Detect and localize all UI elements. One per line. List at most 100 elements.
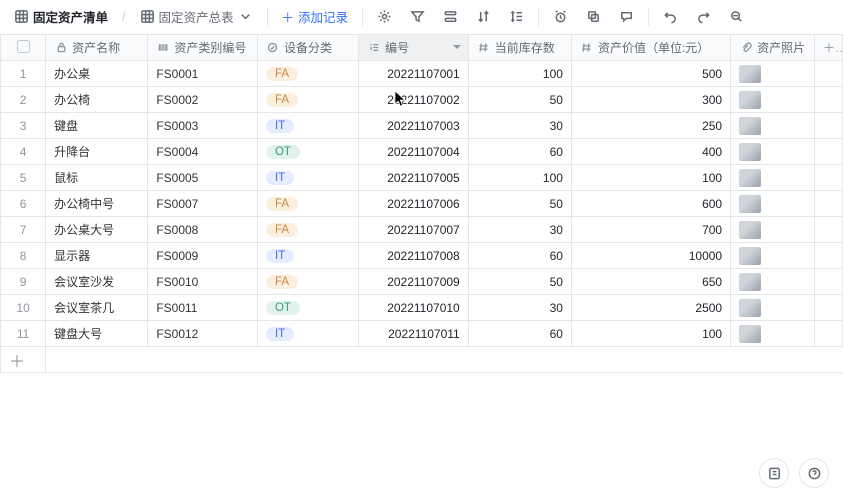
cell-type[interactable]: IT <box>257 321 358 347</box>
cell-code[interactable]: 20221107001 <box>359 61 469 87</box>
cell-code[interactable]: 20221107003 <box>359 113 469 139</box>
cell-cat[interactable]: FS0010 <box>148 269 258 295</box>
cell-stock[interactable]: 60 <box>468 139 571 165</box>
table-row[interactable]: 10会议室茶几FS0011OT20221107010302500 <box>1 295 843 321</box>
header-add-column[interactable]: ＋ <box>814 35 842 61</box>
add-record-button[interactable]: ＋ 添加记录 <box>276 3 355 30</box>
cell-code[interactable]: 20221107002 <box>359 87 469 113</box>
cell-stock[interactable]: 50 <box>468 87 571 113</box>
cell-code[interactable]: 20221107008 <box>359 243 469 269</box>
cell-code[interactable]: 20221107011 <box>359 321 469 347</box>
table-row[interactable]: 8显示器FS0009IT202211070086010000 <box>1 243 843 269</box>
cell-value[interactable]: 250 <box>571 113 730 139</box>
table-row[interactable]: 9会议室沙发FS0010FA2022110700950650 <box>1 269 843 295</box>
cell-value[interactable]: 400 <box>571 139 730 165</box>
help-fab[interactable] <box>759 458 789 488</box>
add-row-plus[interactable]: ＋ <box>1 347 46 373</box>
header-photo[interactable]: 资产照片 <box>731 35 815 61</box>
cell-stock[interactable]: 100 <box>468 165 571 191</box>
cell-name[interactable]: 办公椅 <box>46 87 148 113</box>
cell-value[interactable]: 500 <box>571 61 730 87</box>
cell-cat[interactable]: FS0004 <box>148 139 258 165</box>
header-code[interactable]: 编号 <box>359 35 469 61</box>
header-value[interactable]: 资产价值（单位:元） <box>571 35 730 61</box>
cell-value[interactable]: 100 <box>571 165 730 191</box>
settings-button[interactable] <box>371 5 398 28</box>
comment-button[interactable] <box>613 5 640 28</box>
cell-cat[interactable]: FS0007 <box>148 191 258 217</box>
cell-photo[interactable] <box>731 139 815 165</box>
cell-name[interactable]: 键盘大号 <box>46 321 148 347</box>
cell-value[interactable]: 100 <box>571 321 730 347</box>
cell-code[interactable]: 20221107006 <box>359 191 469 217</box>
search-button[interactable] <box>723 5 750 28</box>
cell-photo[interactable] <box>731 269 815 295</box>
cell-type[interactable]: FA <box>257 191 358 217</box>
share-button[interactable] <box>580 5 607 28</box>
cell-cat[interactable]: FS0002 <box>148 87 258 113</box>
cell-code[interactable]: 20221107007 <box>359 217 469 243</box>
header-checkbox[interactable] <box>1 35 46 61</box>
cell-value[interactable]: 600 <box>571 191 730 217</box>
cell-cat[interactable]: FS0012 <box>148 321 258 347</box>
undo-button[interactable] <box>657 5 684 28</box>
cell-name[interactable]: 会议室茶几 <box>46 295 148 321</box>
cell-code[interactable]: 20221107005 <box>359 165 469 191</box>
cell-cat[interactable]: FS0001 <box>148 61 258 87</box>
table-row[interactable]: 3键盘FS0003IT2022110700330250 <box>1 113 843 139</box>
cell-photo[interactable] <box>731 243 815 269</box>
table-row[interactable]: 4升降台FS0004OT2022110700460400 <box>1 139 843 165</box>
header-stock[interactable]: 当前库存数 <box>468 35 571 61</box>
cell-type[interactable]: IT <box>257 113 358 139</box>
table-row[interactable]: 7办公桌大号FS0008FA2022110700730700 <box>1 217 843 243</box>
cell-photo[interactable] <box>731 321 815 347</box>
cell-stock[interactable]: 30 <box>468 295 571 321</box>
cell-cat[interactable]: FS0005 <box>148 165 258 191</box>
table-row[interactable]: 2办公椅FS0002FA2022110700250300 <box>1 87 843 113</box>
cell-value[interactable]: 300 <box>571 87 730 113</box>
table-row[interactable]: 1办公桌FS0001FA20221107001100500 <box>1 61 843 87</box>
cell-value[interactable]: 650 <box>571 269 730 295</box>
list-title-button[interactable]: 固定资产清单 <box>8 3 114 30</box>
cell-stock[interactable]: 30 <box>468 217 571 243</box>
table-row[interactable]: 11键盘大号FS0012IT2022110701160100 <box>1 321 843 347</box>
cell-photo[interactable] <box>731 295 815 321</box>
cell-name[interactable]: 办公桌 <box>46 61 148 87</box>
cell-name[interactable]: 办公桌大号 <box>46 217 148 243</box>
cell-photo[interactable] <box>731 61 815 87</box>
cell-type[interactable]: OT <box>257 295 358 321</box>
filter-button[interactable] <box>404 5 431 28</box>
cell-cat[interactable]: FS0003 <box>148 113 258 139</box>
header-cat[interactable]: 资产类别编号 <box>148 35 258 61</box>
cell-value[interactable]: 2500 <box>571 295 730 321</box>
reminder-button[interactable] <box>547 5 574 28</box>
cell-value[interactable]: 10000 <box>571 243 730 269</box>
add-row[interactable]: ＋ <box>1 347 843 373</box>
cell-stock[interactable]: 60 <box>468 243 571 269</box>
cell-name[interactable]: 办公椅中号 <box>46 191 148 217</box>
cell-type[interactable]: IT <box>257 243 358 269</box>
cell-type[interactable]: OT <box>257 139 358 165</box>
header-type[interactable]: 设备分类 <box>257 35 358 61</box>
cell-name[interactable]: 显示器 <box>46 243 148 269</box>
cell-photo[interactable] <box>731 217 815 243</box>
cell-photo[interactable] <box>731 191 815 217</box>
cell-photo[interactable] <box>731 165 815 191</box>
redo-button[interactable] <box>690 5 717 28</box>
cell-value[interactable]: 700 <box>571 217 730 243</box>
cell-type[interactable]: IT <box>257 165 358 191</box>
cell-type[interactable]: FA <box>257 61 358 87</box>
cell-code[interactable]: 20221107010 <box>359 295 469 321</box>
cell-cat[interactable]: FS0009 <box>148 243 258 269</box>
cell-code[interactable]: 20221107004 <box>359 139 469 165</box>
cell-stock[interactable]: 60 <box>468 321 571 347</box>
cell-cat[interactable]: FS0008 <box>148 217 258 243</box>
cell-type[interactable]: FA <box>257 87 358 113</box>
cell-photo[interactable] <box>731 113 815 139</box>
cell-photo[interactable] <box>731 87 815 113</box>
cell-type[interactable]: FA <box>257 217 358 243</box>
cell-cat[interactable]: FS0011 <box>148 295 258 321</box>
table-row[interactable]: 6办公椅中号FS0007FA2022110700650600 <box>1 191 843 217</box>
cell-stock[interactable]: 50 <box>468 191 571 217</box>
cell-name[interactable]: 升降台 <box>46 139 148 165</box>
